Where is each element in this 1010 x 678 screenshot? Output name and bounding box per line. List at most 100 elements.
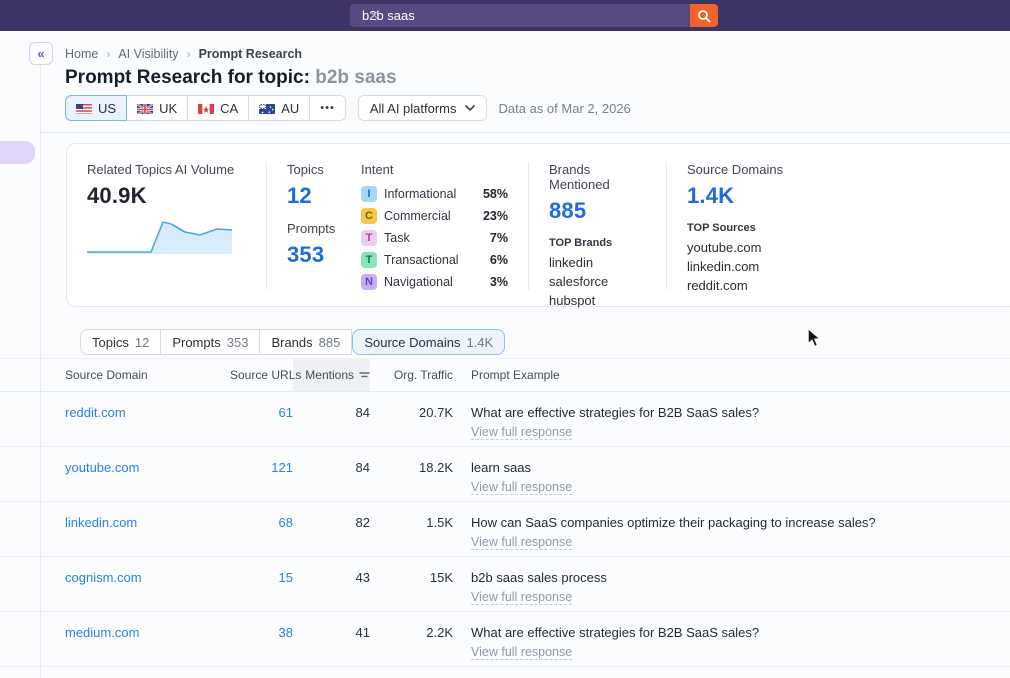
view-full-response-link[interactable]: View full response (471, 535, 572, 550)
informational-badge-icon: I (361, 186, 377, 202)
source-domains-section: Source Domains 1.4K TOP Sources youtube.… (687, 162, 1010, 290)
transactional-badge-icon: T (361, 252, 377, 268)
source-domains-value[interactable]: 1.4K (687, 183, 1010, 209)
prompts-label: Prompts (287, 221, 361, 236)
column-header-source-domain[interactable]: Source Domain (65, 359, 230, 391)
country-tab-us[interactable]: US (65, 95, 127, 121)
clear-search-icon[interactable]: × (362, 4, 386, 27)
tab-prompts[interactable]: Prompts 353 (161, 329, 260, 355)
related-topics-section: Related Topics AI Volume 40.9K (87, 162, 246, 290)
org-traffic-value: 18.2K (370, 446, 453, 501)
ai-platform-dropdown-value: All AI platforms (370, 101, 457, 116)
ai-platform-dropdown[interactable]: All AI platforms (358, 95, 487, 121)
source-urls-link[interactable]: 121 (230, 446, 293, 501)
intent-row-task: T Task 7% (361, 227, 508, 249)
column-header-label: Mentions (305, 368, 354, 382)
au-flag-icon (259, 103, 275, 114)
top-source-item: youtube.com (687, 238, 1010, 257)
column-header-org-traffic[interactable]: Org. Traffic (370, 359, 453, 391)
sidebar-active-item-highlight[interactable] (0, 141, 35, 164)
chevron-down-icon (465, 105, 475, 111)
source-urls-link[interactable]: 61 (230, 391, 293, 446)
intent-name: Transactional (384, 253, 490, 267)
page-title-topic: b2b saas (315, 67, 396, 88)
country-label: UK (159, 101, 177, 116)
card-divider (528, 162, 529, 290)
column-header-mentions[interactable]: Mentions (293, 359, 370, 391)
breadcrumb-ai-visibility[interactable]: AI Visibility (118, 47, 178, 61)
column-header-prompt-example: Prompt Example (453, 359, 1010, 391)
top-navigation-bar: × (0, 0, 1010, 31)
intent-row-informational: I Informational 58% (361, 183, 508, 205)
table-row: reddit.com 61 84 20.7K What are effectiv… (0, 391, 1010, 446)
topics-prompts-section: Topics 12 Prompts 353 (287, 162, 361, 290)
tab-count: 885 (319, 335, 341, 350)
tab-topics[interactable]: Topics 12 (80, 329, 161, 355)
source-urls-link[interactable]: 68 (230, 501, 293, 556)
tab-label: Brands (271, 335, 312, 350)
us-flag-icon (76, 103, 92, 114)
mouse-cursor (806, 327, 823, 353)
chevron-right-icon: › (106, 47, 110, 61)
source-urls-link[interactable]: 15 (230, 556, 293, 611)
breadcrumb: Home › AI Visibility › Prompt Research (65, 47, 302, 61)
breadcrumb-home[interactable]: Home (65, 47, 98, 61)
tab-count: 1.4K (466, 335, 493, 350)
intent-percent: 3% (490, 275, 508, 289)
country-tab-ca[interactable]: CA (188, 95, 249, 121)
top-brand-item: hubspot (549, 291, 646, 310)
intent-row-transactional: T Transactional 6% (361, 249, 508, 271)
org-traffic-value: 15K (370, 556, 453, 611)
prompt-example-text: What are effective strategies for B2B Sa… (471, 625, 990, 640)
task-badge-icon: T (361, 230, 377, 246)
chevron-right-icon: › (187, 47, 191, 61)
source-urls-link[interactable]: 38 (230, 611, 293, 666)
sidebar-collapse-button[interactable]: « (29, 42, 53, 65)
top-source-item: reddit.com (687, 276, 1010, 295)
tab-brands[interactable]: Brands 885 (260, 329, 352, 355)
brands-mentioned-value[interactable]: 885 (549, 198, 646, 224)
domain-link[interactable]: reddit.com (65, 391, 230, 446)
domain-link[interactable]: medium.com (65, 611, 230, 666)
view-full-response-link[interactable]: View full response (471, 480, 572, 495)
intent-name: Informational (384, 187, 483, 201)
mentions-value: 84 (293, 391, 370, 446)
intent-section: Intent I Informational 58% C Commercial … (361, 162, 508, 290)
domain-link[interactable]: cognism.com (65, 556, 230, 611)
table-row: medium.com 38 41 2.2K What are effective… (0, 611, 1010, 666)
prompt-example-text: learn saas (471, 460, 990, 475)
ai-volume-sparkline (87, 219, 232, 255)
view-full-response-link[interactable]: View full response (471, 645, 572, 660)
related-topics-label: Related Topics AI Volume (87, 162, 246, 177)
intent-percent: 23% (483, 209, 508, 223)
prompts-value[interactable]: 353 (287, 242, 361, 268)
top-brand-item: linkedin (549, 253, 646, 272)
ca-flag-icon (198, 103, 214, 114)
view-full-response-link[interactable]: View full response (471, 425, 572, 440)
navigational-badge-icon: N (361, 274, 377, 290)
search-button[interactable] (690, 4, 718, 27)
related-topics-value: 40.9K (87, 183, 246, 209)
top-brands-label: TOP Brands (549, 237, 646, 249)
intent-label: Intent (361, 162, 508, 177)
country-tab-uk[interactable]: UK (127, 95, 188, 121)
ellipsis-icon: ••• (320, 102, 335, 114)
view-full-response-link[interactable]: View full response (471, 590, 572, 605)
domain-link[interactable]: linkedin.com (65, 501, 230, 556)
top-source-item: linkedin.com (687, 257, 1010, 276)
topics-value[interactable]: 12 (287, 183, 361, 209)
domain-link[interactable]: youtube.com (65, 446, 230, 501)
country-tab-au[interactable]: AU (249, 95, 310, 121)
prompt-example-text: What are effective strategies for B2B Sa… (471, 405, 990, 420)
more-countries-button[interactable]: ••• (310, 95, 346, 121)
tab-source-domains[interactable]: Source Domains 1.4K (352, 329, 505, 355)
search-input[interactable] (350, 4, 690, 27)
table-header-row: Source Domain Source URLs Mentions Org. … (0, 359, 1010, 391)
table-row: cognism.com 15 43 15K b2b saas sales pro… (0, 556, 1010, 611)
topics-label: Topics (287, 162, 361, 177)
column-header-source-urls[interactable]: Source URLs (230, 359, 293, 391)
intent-name: Task (384, 231, 490, 245)
search-icon (697, 9, 711, 23)
card-divider (666, 162, 667, 290)
tab-label: Prompts (172, 335, 220, 350)
